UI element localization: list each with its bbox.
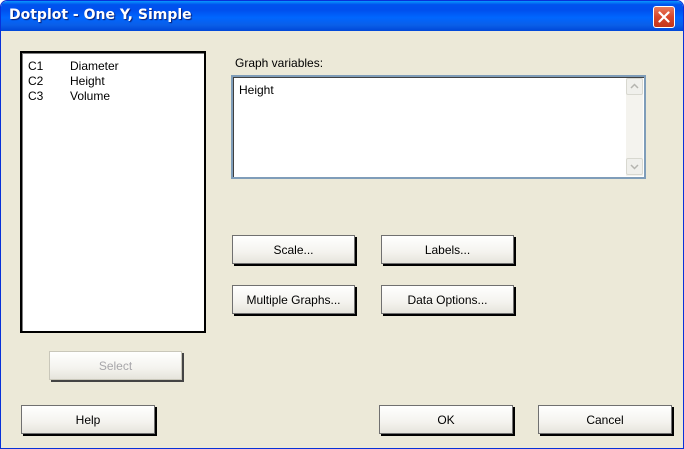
labels-button[interactable]: Labels...	[381, 235, 514, 264]
variable-column: C3	[28, 89, 44, 103]
help-button[interactable]: Help	[21, 405, 155, 434]
scroll-down-icon	[630, 164, 639, 170]
scroll-up-icon	[630, 83, 639, 89]
scroll-up-button[interactable]	[626, 78, 643, 95]
graph-variables-label: Graph variables:	[235, 56, 323, 70]
variable-list[interactable]: C1 Diameter C2 Height C3 Volume	[20, 51, 206, 333]
graph-variables-field[interactable]: Height	[231, 75, 646, 179]
vertical-scrollbar[interactable]	[626, 78, 643, 176]
dialog-window: Dotplot - One Y, Simple C1 Diameter C2 H…	[0, 0, 684, 449]
variable-name: Height	[70, 74, 105, 88]
scroll-down-button[interactable]	[626, 158, 643, 175]
title-bar[interactable]: Dotplot - One Y, Simple	[1, 1, 683, 31]
multiple-graphs-button[interactable]: Multiple Graphs...	[232, 285, 355, 314]
variable-column: C2	[28, 74, 44, 88]
ok-button[interactable]: OK	[379, 405, 513, 434]
window-title: Dotplot - One Y, Simple	[9, 7, 192, 23]
data-options-button[interactable]: Data Options...	[381, 285, 514, 314]
select-button[interactable]: Select	[49, 351, 182, 380]
variable-name: Diameter	[70, 59, 119, 73]
variable-name: Volume	[70, 89, 111, 103]
scale-button[interactable]: Scale...	[232, 235, 355, 264]
graph-variables-label-text: Graph variables:	[235, 56, 324, 70]
cancel-button[interactable]: Cancel	[538, 405, 672, 434]
variable-column: C1	[28, 59, 44, 73]
graph-variables-value: Height	[239, 83, 274, 97]
close-icon	[658, 11, 670, 23]
close-button[interactable]	[653, 6, 675, 28]
